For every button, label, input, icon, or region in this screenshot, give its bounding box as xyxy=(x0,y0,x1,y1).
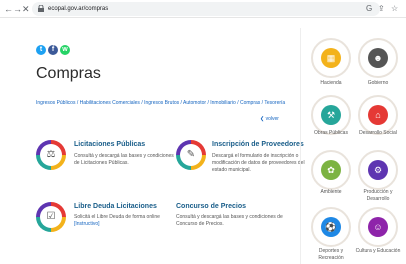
sidebar-label-gobierno: Gobierno xyxy=(367,80,389,86)
plant-icon: ✿ xyxy=(321,160,341,180)
inscripcion-icon: ✎ xyxy=(176,140,206,170)
twitter-icon[interactable]: t xyxy=(36,45,46,55)
libre-deuda-desc-text: Solicitá el Libre Deuda de forma online xyxy=(74,214,160,220)
mask-icon: ☺ xyxy=(368,217,388,237)
sidebar-item-hacienda[interactable]: ▦ xyxy=(311,38,351,78)
lock-icon xyxy=(38,5,44,12)
whatsapp-icon[interactable]: w xyxy=(60,45,70,55)
address-bar[interactable]: ecopal.gov.ar/compras xyxy=(32,2,380,16)
gears-icon: ⚙ xyxy=(368,160,388,180)
licitaciones-icon: ⚖ xyxy=(36,140,66,170)
sidebar-item-deportes[interactable]: ⚽ xyxy=(311,207,351,247)
sidebar-label-produccion: Producción y Desarrollo xyxy=(363,189,393,202)
building-icon: ⌂ xyxy=(368,105,388,125)
card-desc-concurso: Consultá y descargá las bases y condicio… xyxy=(176,214,283,227)
sidebar-label-desarrollo-social: Desarrollo Social xyxy=(359,130,397,136)
translate-icon[interactable]: G xyxy=(366,3,372,15)
bookmark-star-icon[interactable]: ☆ xyxy=(391,3,398,15)
sidebar-label-ambiente: Ambiente xyxy=(320,189,342,195)
forward-button[interactable]: → xyxy=(13,3,22,15)
sidebar-label-obras-publicas: Obras Públicas xyxy=(314,130,348,136)
card-title-concurso[interactable]: Concurso de Precios xyxy=(176,203,246,210)
sidebar-label-hacienda: Hacienda xyxy=(320,80,342,86)
url-text: ecopal.gov.ar/compras xyxy=(48,6,109,12)
card-desc-libre-deuda: Solicitá el Libre Deuda de forma online … xyxy=(74,214,174,228)
share-icon[interactable]: ⇪ xyxy=(378,3,385,15)
sidebar-item-obras-publicas[interactable]: ⚒ xyxy=(311,95,351,135)
instructivo-link[interactable]: [Instructivo] xyxy=(74,221,100,227)
card-desc-inscripcion: Descargá el formulario de inscripción o … xyxy=(212,153,305,173)
card-title-inscripcion[interactable]: Inscripción de Proveedores xyxy=(212,141,304,148)
sidebar-label-cultura: Cultura y Educación xyxy=(355,248,401,254)
sidebar-label-deportes: Deportes y Recreación xyxy=(318,248,344,261)
back-button[interactable]: ← xyxy=(4,3,13,15)
sidebar-item-cultura[interactable]: ☺ xyxy=(358,207,398,247)
sidebar-item-produccion[interactable]: ⚙ xyxy=(358,150,398,190)
facebook-icon[interactable]: f xyxy=(48,45,58,55)
sidebar-item-ambiente[interactable]: ✿ xyxy=(311,150,351,190)
back-link[interactable]: ❮ volver xyxy=(260,116,279,122)
sidebar-divider xyxy=(300,28,301,264)
ball-icon: ⚽ xyxy=(321,217,341,237)
card-desc-licitaciones: Consultá y descargá las bases y condicio… xyxy=(74,153,174,166)
browser-toolbar: ← → ✕ ecopal.gov.ar/compras G ⇪ ☆ xyxy=(0,0,406,18)
person-icon: ☻ xyxy=(368,48,388,68)
card-title-libre-deuda[interactable]: Libre Deuda Licitaciones xyxy=(74,203,157,210)
page-title: Compras xyxy=(36,65,101,82)
breadcrumb[interactable]: Ingresos Públicos / Habilitaciones Comer… xyxy=(36,100,285,106)
sidebar-item-desarrollo-social[interactable]: ⌂ xyxy=(358,95,398,135)
sidebar-item-gobierno[interactable]: ☻ xyxy=(358,38,398,78)
libre-deuda-icon: ☑ xyxy=(36,202,66,232)
card-title-licitaciones[interactable]: Licitaciones Públicas xyxy=(74,141,145,148)
worker-icon: ⚒ xyxy=(321,105,341,125)
calculator-icon: ▦ xyxy=(321,48,341,68)
close-button[interactable]: ✕ xyxy=(22,3,30,15)
